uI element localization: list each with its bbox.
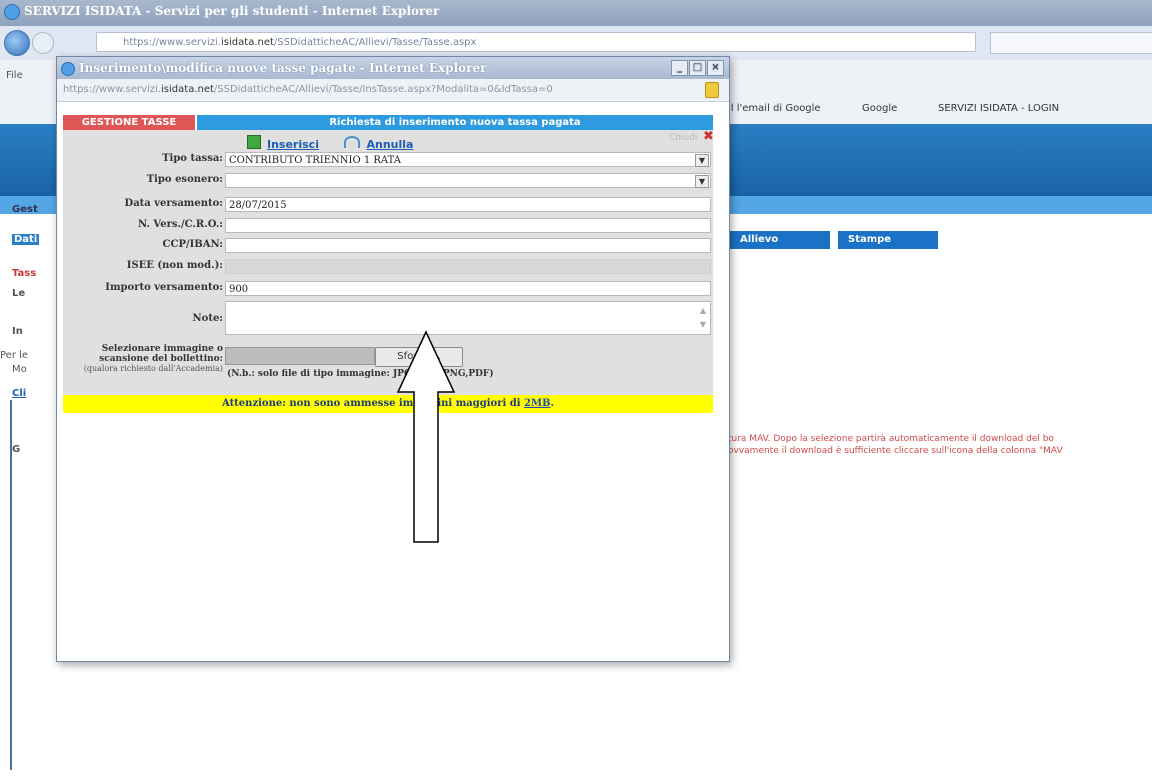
close-link[interactable]: Chiudi (669, 133, 697, 143)
left-item-cli[interactable]: Cli (12, 388, 26, 399)
warning-bar: Attenzione: non sono ammesse immagini ma… (63, 395, 713, 413)
main-url-path: /SSDidatticheAC/Allievi/Tasse/Tasse.aspx (273, 37, 477, 48)
minimize-button[interactable]: _ (671, 60, 688, 76)
left-item-g: G (12, 444, 21, 455)
favorite-isidata-login[interactable]: SERVIZI ISIDATA - LOGIN (938, 103, 1059, 114)
label-file-sub: (qualora richiesto dall'Accademia) (83, 364, 223, 373)
popup-url-path: /SSDidatticheAC/Allievi/Tasse/InsTasse.a… (213, 84, 553, 95)
label-file: Selezionare immagine o scansione del bol… (99, 344, 223, 364)
file-input[interactable] (225, 347, 375, 365)
main-window-title: SERVIZI ISIDATA - Servizi per gli studen… (24, 4, 440, 18)
file-menu[interactable]: File (6, 70, 23, 81)
ie-logo-icon (4, 4, 20, 20)
label-tipo-esonero: Tipo esonero: (146, 174, 223, 185)
left-item-per-le: Per le (0, 350, 29, 361)
nav-allievo[interactable]: Allievo (730, 231, 830, 249)
background-notice-line2: ovvamente il download è sufficiente clic… (728, 446, 1063, 456)
select-tipo-tassa-value: CONTRIBUTO TRIENNIO 1 RATA (229, 155, 401, 166)
chevron-down-icon[interactable]: ▼ (695, 154, 709, 167)
nav-stampe[interactable]: Stampe (838, 231, 938, 249)
background-notice: tura MAV. Dopo la selezione partirà auto… (728, 433, 1152, 457)
save-icon (247, 135, 261, 149)
input-isee (225, 259, 711, 274)
back-button[interactable] (4, 30, 30, 56)
left-item-in: In (12, 326, 23, 337)
background-notice-line1: tura MAV. Dopo la selezione partirà auto… (728, 434, 1054, 444)
favorite-google[interactable]: Google (862, 103, 897, 114)
cancel-link[interactable]: Annulla (366, 138, 413, 151)
input-ccp-iban[interactable] (225, 238, 711, 253)
label-ccp-iban: CCP/IBAN: (162, 239, 223, 250)
warning-size-link[interactable]: 2MB (524, 398, 550, 409)
ie-logo-icon (61, 62, 75, 76)
insert-link[interactable]: Inserisci (267, 138, 319, 151)
label-tipo-tassa: Tipo tassa: (162, 153, 223, 164)
popup-window: Inserimento\modifica nuove tasse pagate … (56, 56, 730, 662)
select-tipo-esonero[interactable]: ▼ (225, 173, 711, 188)
annotation-arrow-icon (396, 330, 456, 543)
main-url-prefix: https://www.servizi. (123, 37, 222, 48)
label-data-versamento: Data versamento: (124, 198, 223, 209)
popup-url-prefix: https://www.servizi. (63, 84, 162, 95)
textarea-note[interactable]: ▲ ▼ (225, 301, 711, 335)
popup-url: https://www.servizi.isidata.net/SSDidatt… (63, 82, 693, 97)
main-url-field[interactable]: https://www.servizi.isidata.net/SSDidatt… (96, 32, 976, 52)
input-data-versamento[interactable]: 28/07/2015 (225, 197, 711, 212)
form-actions: Inserisci Annulla (247, 135, 435, 151)
left-item-dati[interactable]: Dati (12, 234, 40, 245)
browser-search-box[interactable] (990, 32, 1152, 54)
lock-icon (705, 82, 719, 98)
warning-text: Attenzione: non sono ammesse immagini ma… (221, 398, 521, 409)
maximize-button[interactable]: □ (689, 60, 706, 76)
main-window-titlebar: SERVIZI ISIDATA - Servizi per gli studen… (0, 0, 1152, 26)
close-x-icon[interactable]: ✖ (703, 130, 715, 143)
undo-icon (344, 136, 361, 148)
left-item-tasse[interactable]: Tass (12, 268, 36, 279)
favorite-gmail[interactable]: il l'email di Google (728, 103, 821, 114)
popup-address-bar: https://www.servizi.isidata.net/SSDidatt… (57, 79, 729, 102)
left-item-le[interactable]: Le (12, 288, 25, 299)
form-header: Richiesta di inserimento nuova tassa pag… (197, 115, 713, 130)
close-window-button[interactable]: × (707, 60, 724, 76)
section-label: GESTIONE TASSE (63, 115, 195, 130)
chevron-down-icon[interactable]: ▼ (695, 175, 709, 188)
forward-button[interactable] (32, 32, 54, 54)
popup-title: Inserimento\modifica nuove tasse pagate … (79, 61, 487, 75)
popup-titlebar: Inserimento\modifica nuove tasse pagate … (57, 57, 729, 79)
left-item-mo[interactable]: Mo (12, 364, 27, 375)
label-n-vers: N. Vers./C.R.O.: (137, 219, 223, 230)
main-url-host: isidata.net (221, 37, 274, 48)
left-item-gest: Gest (12, 204, 38, 215)
warning-end: . (550, 398, 555, 409)
label-importo: Importo versamento: (105, 282, 223, 293)
input-importo[interactable]: 900 (225, 281, 711, 296)
popup-url-host: isidata.net (161, 84, 214, 95)
label-note: Note: (192, 313, 223, 324)
window-left-border (10, 400, 12, 770)
label-isee: ISEE (non mod.): (126, 260, 223, 271)
scrollbar[interactable]: ▲ ▼ (698, 304, 708, 332)
left-strip: Gest Dati Tass Le In Per le Mo Cli G (0, 196, 58, 496)
select-tipo-tassa[interactable]: CONTRIBUTO TRIENNIO 1 RATA ▼ (225, 152, 711, 167)
input-n-vers[interactable] (225, 218, 711, 233)
